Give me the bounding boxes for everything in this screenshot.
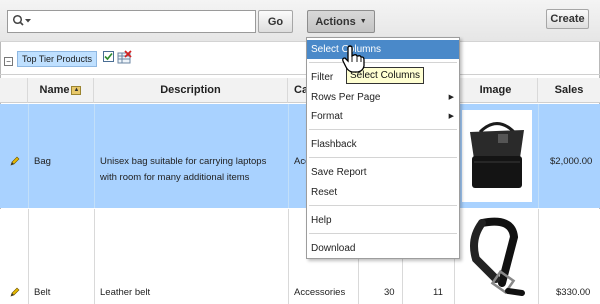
header-blank	[0, 78, 28, 103]
chevron-down-icon: ▼	[359, 18, 367, 25]
pencil-icon[interactable]	[10, 287, 20, 297]
column-header-sales-label: Sales	[554, 84, 584, 96]
sort-ascending-icon[interactable]: ▲	[71, 85, 82, 95]
menu-item-label: Help	[311, 215, 332, 226]
column-header-description[interactable]: Description	[94, 78, 288, 103]
actions-button-label: Actions	[315, 15, 356, 28]
cell-sales: $2,000.00	[550, 156, 593, 167]
cell-description: Unisex bag suitable for carrying laptops…	[100, 156, 267, 183]
menu-separator	[309, 62, 457, 63]
report-table: Name ▲ Description Ca Image Sales Bag Un…	[0, 78, 600, 304]
column-header-name[interactable]: Name ▲	[28, 78, 94, 103]
table-row[interactable]: Bag Unisex bag suitable for carrying lap…	[0, 104, 600, 208]
menu-separator	[309, 233, 457, 234]
menu-item-rows-per-page[interactable]: Rows Per Page ▶	[307, 88, 459, 107]
hand-cursor-icon	[342, 45, 365, 73]
menu-item-label: Save Report	[311, 167, 367, 178]
column-header-sales[interactable]: Sales	[538, 78, 600, 103]
menu-item-label: Reset	[311, 187, 338, 198]
menu-separator	[309, 157, 457, 158]
search-icon[interactable]	[12, 14, 32, 28]
search-input[interactable]	[7, 10, 256, 33]
column-header-description-label: Description	[160, 84, 221, 96]
menu-item-label: Rows Per Page	[311, 92, 381, 103]
table-row[interactable]: Belt Leather belt Accessories 30 11 $330…	[0, 209, 600, 304]
chevron-right-icon: ▶	[448, 113, 454, 120]
menu-item-label: Filter	[311, 72, 334, 83]
report-toolbar: Go Actions ▼ Create	[0, 0, 600, 42]
checkbox-checked-icon[interactable]	[103, 51, 114, 62]
collapse-icon[interactable]: −	[4, 57, 13, 66]
cell-name: Belt	[34, 287, 51, 298]
menu-item-label: Format	[311, 111, 343, 122]
cell-category: Accessories	[294, 287, 346, 298]
column-header-name-label: Name	[39, 84, 70, 96]
menu-separator	[309, 205, 457, 206]
remove-filter-icon[interactable]	[117, 50, 132, 65]
menu-item-reset[interactable]: Reset	[307, 183, 459, 202]
menu-item-flashback[interactable]: Flashback	[307, 135, 459, 154]
menu-item-format[interactable]: Format ▶	[307, 107, 459, 126]
go-button[interactable]: Go	[258, 10, 293, 33]
divider	[0, 74, 600, 75]
filter-bar: − Top Tier Products	[0, 43, 600, 77]
menu-item-select-columns[interactable]: Select Columns	[307, 40, 459, 59]
cell-sales: $330.00	[556, 287, 591, 298]
menu-item-label: Download	[311, 243, 356, 254]
pencil-icon[interactable]	[10, 156, 20, 166]
product-image-belt	[470, 217, 525, 296]
menu-separator	[309, 129, 457, 130]
menu-item-save-report[interactable]: Save Report	[307, 163, 459, 182]
cell-name: Bag	[34, 156, 51, 167]
create-button[interactable]: Create	[546, 9, 589, 29]
cell-quantity: 30	[384, 287, 395, 298]
cell-description: Leather belt	[100, 287, 151, 298]
column-header-image[interactable]: Image	[454, 78, 538, 103]
cell-count: 11	[433, 287, 443, 298]
filter-chip[interactable]: Top Tier Products	[17, 51, 98, 67]
menu-item-label: Flashback	[311, 139, 357, 150]
product-image-bag	[462, 110, 532, 202]
chevron-right-icon: ▶	[448, 94, 454, 101]
column-header-image-label: Image	[479, 84, 512, 96]
menu-item-help[interactable]: Help	[307, 211, 459, 230]
actions-button[interactable]: Actions ▼	[307, 10, 375, 33]
menu-item-download[interactable]: Download	[307, 239, 459, 258]
